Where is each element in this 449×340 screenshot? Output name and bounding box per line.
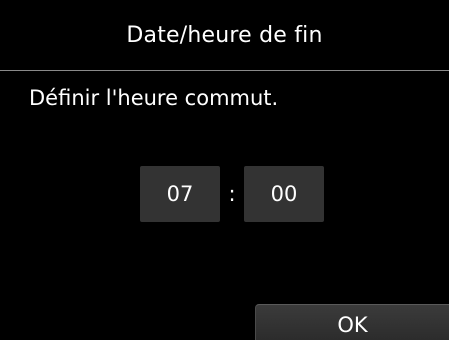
header-bar: Date/heure de fin [0,0,449,71]
ok-button[interactable]: OK [255,304,449,340]
minute-field[interactable]: 00 [244,166,324,222]
time-separator: : [228,182,236,206]
screen-title: Date/heure de fin [126,22,323,48]
printer-lcd-screen: Date/heure de fin Définir l'heure commut… [0,0,449,340]
hour-field[interactable]: 07 [140,166,220,222]
instruction-text: Définir l'heure commut. [29,86,279,110]
